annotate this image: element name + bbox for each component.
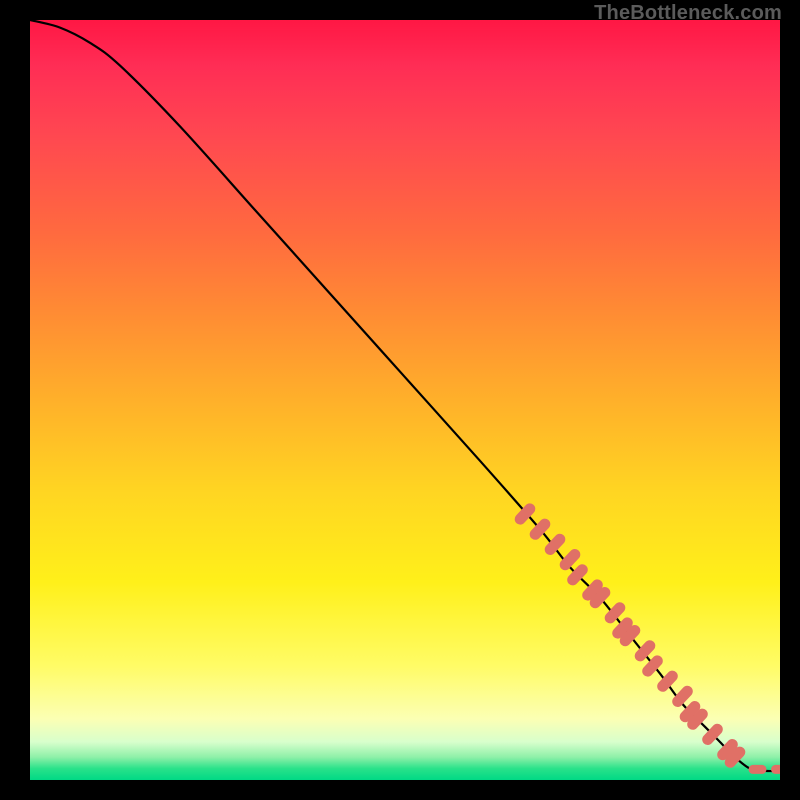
- bottleneck-curve: [30, 20, 780, 771]
- curve-marker: [685, 707, 695, 717]
- curve-marker: [588, 585, 598, 595]
- curve-marker: [663, 676, 673, 686]
- curve-marker: [708, 729, 718, 739]
- curve-marker: [565, 555, 575, 565]
- curve-layer: [30, 20, 780, 780]
- curve-marker: [595, 593, 605, 603]
- curve-marker: [573, 570, 583, 580]
- curve-marker: [730, 752, 740, 762]
- curve-marker: [520, 509, 530, 519]
- plot-area: [30, 20, 780, 780]
- chart-frame: TheBottleneck.com: [0, 0, 800, 800]
- curve-marker: [723, 745, 733, 755]
- curve-marker: [550, 539, 560, 549]
- curve-marker: [535, 524, 545, 534]
- curve-marker: [618, 623, 628, 633]
- curve-marker: [648, 661, 658, 671]
- curve-marker: [610, 608, 620, 618]
- marker-group: [520, 509, 780, 770]
- curve-marker: [678, 691, 688, 701]
- curve-marker: [625, 631, 635, 641]
- curve-marker: [640, 646, 650, 656]
- curve-marker: [693, 714, 703, 724]
